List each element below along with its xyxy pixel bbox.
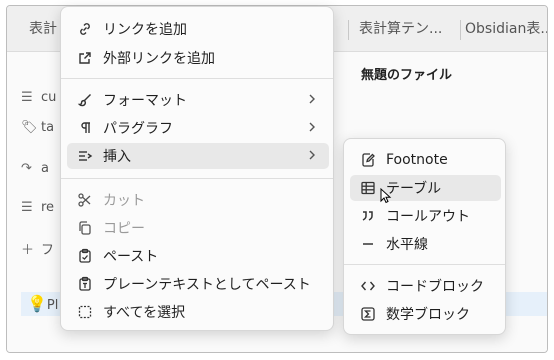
link-icon — [73, 17, 97, 41]
lines-icon: ☰ — [21, 90, 33, 105]
menu-item-copy[interactable]: コピー — [67, 215, 329, 241]
submenu-item-table[interactable]: テーブル — [350, 175, 501, 201]
redo-arrow-icon: ↷ — [21, 161, 32, 176]
mouse-cursor-icon — [380, 188, 392, 204]
clipboard-text-icon — [73, 272, 97, 296]
lines-icon: ☰ — [21, 200, 33, 215]
submenu-item-code-block[interactable]: コードブロック — [350, 273, 501, 299]
table-icon — [356, 176, 380, 200]
chevron-right-icon — [309, 94, 315, 104]
submenu-item-horizontal-rule[interactable]: 水平線 — [350, 231, 501, 257]
file-title: 無題のファイル — [361, 68, 453, 83]
menu-item-select-all[interactable]: すべてを選択 — [67, 299, 329, 325]
sidebar-row[interactable]: 🏷 ta — [21, 120, 54, 135]
sigma-icon — [356, 302, 380, 326]
tab-divider — [460, 20, 461, 40]
menu-item-insert[interactable]: 挿入 — [67, 143, 329, 169]
quote-icon — [356, 204, 380, 228]
pilcrow-icon — [73, 116, 97, 140]
menu-item-paste[interactable]: ペースト — [67, 243, 329, 269]
external-link-icon — [73, 46, 97, 70]
code-icon — [356, 274, 380, 298]
submenu-item-math-block[interactable]: 数学ブロック — [350, 301, 501, 327]
menu-item-add-external-link[interactable]: 外部リンクを追加 — [67, 45, 329, 71]
menu-divider — [61, 78, 333, 79]
tab-1[interactable]: 表計 — [29, 18, 63, 42]
menu-item-add-link[interactable]: リンクを追加 — [67, 16, 329, 42]
context-menu: リンクを追加 外部リンクを追加 フォーマット パラグラフ 挿入 カット コピー … — [60, 6, 334, 331]
tab-divider — [348, 20, 349, 40]
tab-3[interactable]: Obsidian表... — [465, 18, 547, 42]
insert-submenu: Footnote テーブル コールアウト 水平線 コードブロック 数学ブロック — [343, 138, 506, 335]
copy-icon — [73, 216, 97, 240]
plus-icon: ＋ — [21, 243, 35, 258]
sidebar-row[interactable]: ＋フ — [21, 239, 54, 258]
sidebar-row[interactable]: ↷ a — [21, 161, 49, 176]
select-all-icon — [73, 300, 97, 324]
tab-2[interactable]: 表計算テン... — [359, 18, 457, 42]
tag-icon: 🏷 — [21, 120, 38, 135]
sidebar-row[interactable]: ☰ re — [21, 200, 54, 215]
menu-divider — [344, 264, 505, 265]
paintbrush-icon — [73, 88, 97, 112]
lightbulb-icon: 💡Pl — [27, 294, 59, 313]
submenu-item-footnote[interactable]: Footnote — [350, 147, 501, 173]
submenu-item-callout[interactable]: コールアウト — [350, 203, 501, 229]
footnote-icon — [356, 148, 380, 172]
menu-item-cut[interactable]: カット — [67, 187, 329, 213]
clipboard-icon — [73, 244, 97, 268]
menu-item-paste-plain-text[interactable]: プレーンテキストとしてペースト — [67, 271, 329, 297]
sidebar-row[interactable]: ☰ cu — [21, 90, 56, 105]
menu-divider — [61, 178, 333, 179]
chevron-right-icon — [309, 122, 315, 132]
menu-item-paragraph[interactable]: パラグラフ — [67, 115, 329, 141]
insert-icon — [73, 144, 97, 168]
horizontal-rule-icon — [356, 232, 380, 256]
chevron-right-icon — [309, 150, 315, 160]
scissors-icon — [73, 188, 97, 212]
menu-item-format[interactable]: フォーマット — [67, 87, 329, 113]
